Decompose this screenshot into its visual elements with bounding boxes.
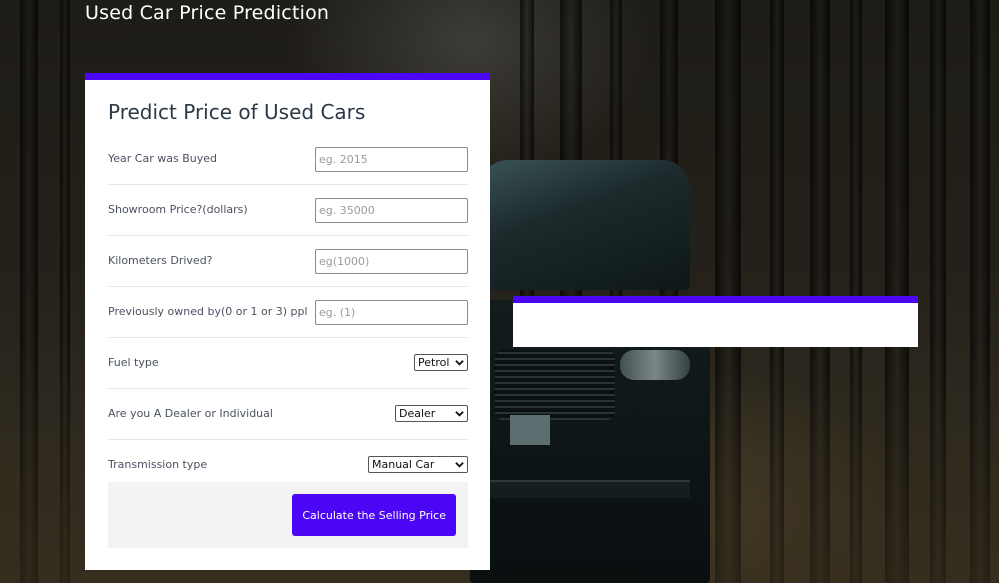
- form-actions-panel: Calculate the Selling Price: [108, 482, 468, 548]
- showroom-price-input[interactable]: [315, 198, 468, 223]
- transmission-value: Manual Car: [372, 458, 435, 471]
- app-title: Used Car Price Prediction: [85, 2, 330, 24]
- chevron-down-icon: [455, 462, 464, 468]
- car-image: [470, 160, 720, 583]
- owners-label: Previously owned by(0 or 1 or 3) ppl: [108, 305, 308, 318]
- form-row-year: Year Car was Buyed: [108, 134, 468, 185]
- form-title: Predict Price of Used Cars: [108, 100, 366, 124]
- form-row-seller-type: Are you A Dealer or Individual Dealer: [108, 389, 468, 440]
- seller-type-select[interactable]: Dealer: [395, 405, 468, 422]
- calculate-price-button[interactable]: Calculate the Selling Price: [292, 494, 456, 536]
- prediction-form-card: Predict Price of Used Cars Year Car was …: [85, 73, 490, 570]
- fuel-type-select[interactable]: Petrol: [414, 354, 468, 371]
- seller-type-value: Dealer: [399, 407, 436, 420]
- chevron-down-icon: [455, 360, 464, 366]
- year-label: Year Car was Buyed: [108, 152, 217, 165]
- kilometers-label: Kilometers Drived?: [108, 254, 213, 267]
- form-row-owners: Previously owned by(0 or 1 or 3) ppl: [108, 287, 468, 338]
- result-card: [513, 296, 918, 347]
- transmission-select[interactable]: Manual Car: [368, 456, 468, 473]
- form-row-showroom-price: Showroom Price?(dollars): [108, 185, 468, 236]
- year-input[interactable]: [315, 147, 468, 172]
- fuel-type-value: Petrol: [418, 356, 450, 369]
- showroom-price-label: Showroom Price?(dollars): [108, 203, 248, 216]
- kilometers-input[interactable]: [315, 249, 468, 274]
- chevron-down-icon: [455, 411, 464, 417]
- form-row-kilometers: Kilometers Drived?: [108, 236, 468, 287]
- form-row-fuel-type: Fuel type Petrol: [108, 338, 468, 389]
- fuel-type-label: Fuel type: [108, 356, 159, 369]
- owners-input[interactable]: [315, 300, 468, 325]
- seller-type-label: Are you A Dealer or Individual: [108, 407, 273, 420]
